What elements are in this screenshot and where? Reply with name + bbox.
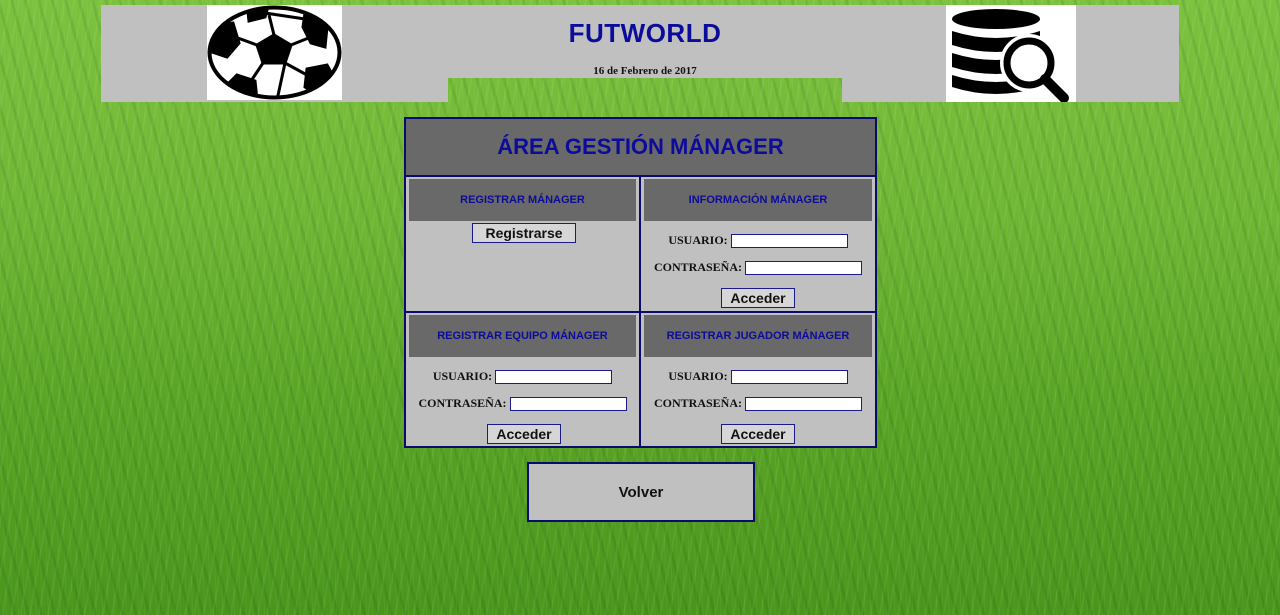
- register-team-user-row: USUARIO:: [406, 369, 639, 384]
- panel-title: ÁREA GESTIÓN MÁNAGER: [406, 119, 875, 177]
- register-player-user-input[interactable]: [730, 369, 848, 384]
- register-team-password-row: CONTRASEÑA:: [406, 396, 639, 411]
- register-team-section: REGISTRAR EQUIPO MÁNAGER USUARIO: CONTRA…: [406, 313, 641, 446]
- user-label: USUARIO:: [668, 233, 728, 247]
- manager-info-heading: INFORMACIÓN MÁNAGER: [644, 179, 872, 221]
- register-player-password-input[interactable]: [745, 396, 862, 411]
- user-label: USUARIO:: [432, 369, 493, 383]
- password-label: CONTRASEÑA:: [653, 396, 742, 410]
- manager-area-panel: ÁREA GESTIÓN MÁNAGER REGISTRAR MÁNAGER R…: [404, 117, 877, 448]
- back-button[interactable]: Volver: [527, 462, 755, 522]
- password-label: CONTRASEÑA:: [418, 396, 507, 410]
- register-player-heading: REGISTRAR JUGADOR MÁNAGER: [644, 315, 872, 357]
- register-player-user-row: USUARIO:: [641, 369, 875, 384]
- manager-info-access-button[interactable]: Acceder: [721, 288, 795, 308]
- manager-info-user-input[interactable]: [730, 233, 848, 248]
- register-team-user-input[interactable]: [495, 369, 613, 384]
- register-player-password-row: CONTRASEÑA:: [641, 396, 875, 411]
- register-team-access-button[interactable]: Acceder: [487, 424, 561, 444]
- user-label: USUARIO:: [668, 369, 728, 383]
- register-player-access-button[interactable]: Acceder: [721, 424, 795, 444]
- manager-info-user-row: USUARIO:: [641, 233, 875, 248]
- register-player-section: REGISTRAR JUGADOR MÁNAGER USUARIO: CONTR…: [641, 313, 875, 446]
- register-team-password-input[interactable]: [509, 396, 627, 411]
- database-search-icon: [946, 5, 1076, 103]
- manager-info-password-row: CONTRASEÑA:: [641, 260, 875, 275]
- register-team-heading: REGISTRAR EQUIPO MÁNAGER: [409, 315, 636, 357]
- site-title: FUTWORLD: [568, 18, 722, 48]
- manager-info-section: INFORMACIÓN MÁNAGER USUARIO: CONTRASEÑA:…: [641, 177, 875, 313]
- register-button[interactable]: Registrarse: [472, 223, 576, 243]
- password-label: CONTRASEÑA:: [653, 260, 742, 274]
- header-date: 16 de Febrero de 2017: [593, 65, 697, 77]
- register-manager-heading: REGISTRAR MÁNAGER: [409, 179, 636, 221]
- soccer-ball-icon: [207, 5, 342, 100]
- manager-info-password-input[interactable]: [745, 260, 862, 275]
- register-manager-section: REGISTRAR MÁNAGER Registrarse: [406, 177, 641, 313]
